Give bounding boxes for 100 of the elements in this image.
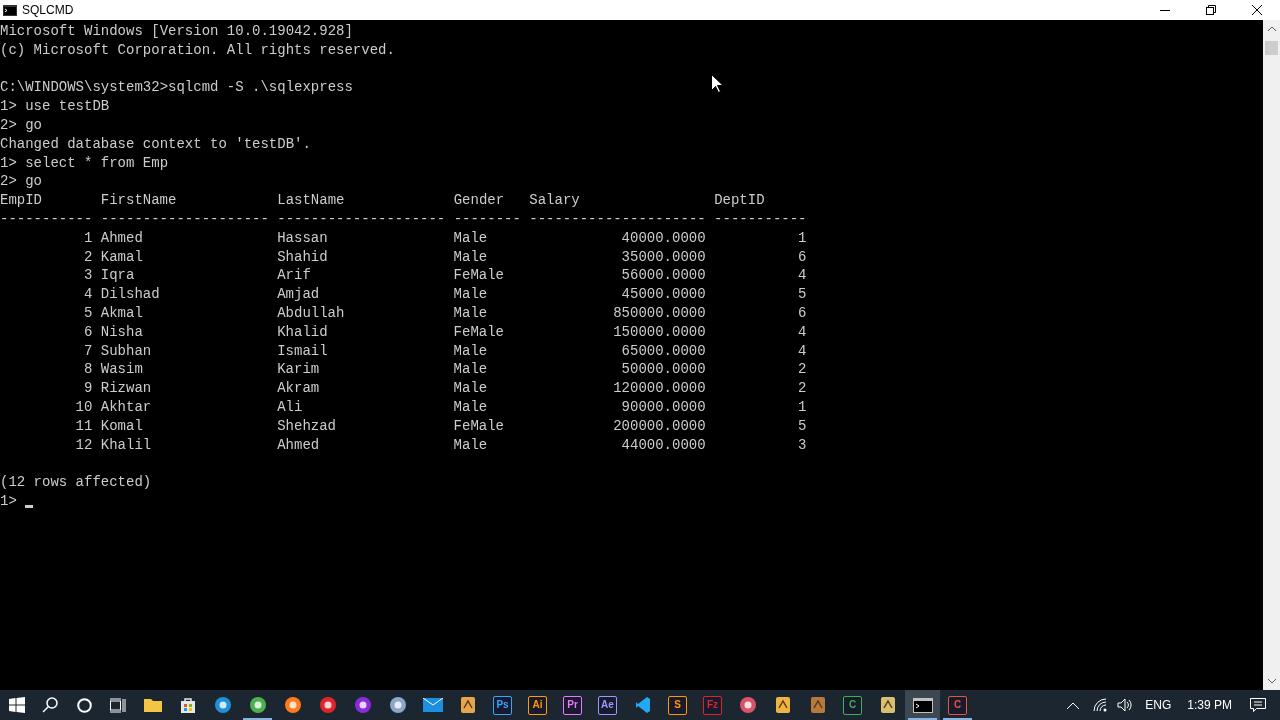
wifi-icon[interactable] xyxy=(1093,698,1108,712)
table-cell: Akmal xyxy=(100,303,143,323)
table-cell: Arif xyxy=(277,266,311,286)
table-cell: 850000.0000 xyxy=(613,303,706,323)
column-header: Salary xyxy=(529,191,580,210)
table-cell: Akhtar xyxy=(100,397,152,417)
table-cell: 6 xyxy=(798,303,807,323)
app-icon: Ai xyxy=(528,695,547,715)
speaker-icon[interactable] xyxy=(1117,698,1134,712)
table-cell: Khalid xyxy=(277,322,328,342)
table-cell: 3 xyxy=(84,266,93,286)
table-cell: Dilshad xyxy=(100,285,160,304)
table-cell: 9 xyxy=(84,379,93,398)
app-icon: C xyxy=(948,695,967,715)
console-line: 1> use testDB xyxy=(0,97,110,116)
table-cell: 56000.0000 xyxy=(621,266,706,286)
column-rule: ----------- xyxy=(0,209,93,229)
table-cell: Shahid xyxy=(277,247,328,267)
circle-icon xyxy=(76,697,92,713)
table-cell: Karim xyxy=(277,360,320,380)
table-cell: 40000.0000 xyxy=(621,228,706,248)
table-cell: 2 xyxy=(84,247,93,267)
table-cell: FeMale xyxy=(453,322,505,342)
scroll-up-icon xyxy=(1267,26,1276,31)
table-cell: Abdullah xyxy=(277,303,345,323)
close-icon xyxy=(1252,5,1262,15)
table-cell: Ahmed xyxy=(277,435,320,455)
table-cell: Iqra xyxy=(100,266,135,286)
app-icon: C xyxy=(843,695,862,715)
taskbar-app[interactable]: Pr xyxy=(555,690,590,720)
table-cell: Male xyxy=(453,379,488,398)
console-line: 2> go xyxy=(0,116,42,135)
console-line: C:\WINDOWS\system32>sqlcmd -S .\sqlexpress xyxy=(0,78,353,98)
minimize-icon xyxy=(1160,9,1170,11)
table-cell: Male xyxy=(453,247,488,267)
column-rule: --------------------- xyxy=(529,209,706,229)
app-icon: Fz xyxy=(703,695,722,715)
taskbar-app[interactable]: C xyxy=(940,690,975,720)
taskbar-app[interactable]: Ae xyxy=(590,690,625,720)
table-cell: Wasim xyxy=(100,360,143,380)
table-cell: 90000.0000 xyxy=(621,397,706,417)
table-cell: Male xyxy=(453,285,488,304)
column-rule: -------------------- xyxy=(100,209,269,229)
notification-icon[interactable] xyxy=(1250,697,1266,713)
table-cell: 4 xyxy=(84,285,93,304)
table-cell: 45000.0000 xyxy=(621,285,706,304)
console-line: 2> go xyxy=(0,172,42,192)
taskbar-app[interactable]: C xyxy=(835,690,870,720)
column-header: EmpID xyxy=(0,191,42,210)
console-line: (c) Microsoft Corporation. All rights reserved. xyxy=(0,40,395,60)
table-cell: Shehzad xyxy=(277,416,336,436)
column-header: FirstName xyxy=(100,191,177,210)
table-cell: Kamal xyxy=(100,247,143,267)
taskbar-app[interactable]: Ai xyxy=(520,690,555,720)
table-cell: Male xyxy=(453,360,488,380)
table-cell: Nisha xyxy=(100,322,143,342)
table-cell: Male xyxy=(453,397,488,417)
table-cell: Hassan xyxy=(277,228,328,248)
table-cell: 4 xyxy=(798,322,807,342)
table-cell: 8 xyxy=(84,360,93,380)
running-indicator xyxy=(943,718,972,720)
table-cell: 5 xyxy=(798,285,807,304)
chevron-up-icon[interactable] xyxy=(1067,701,1080,709)
console-line: Changed database context to 'testDB'. xyxy=(0,134,311,154)
mouse-pointer-icon xyxy=(711,74,723,93)
table-cell: 3 xyxy=(798,435,807,455)
windows-icon xyxy=(8,697,25,713)
console-line: (12 rows affected) xyxy=(0,473,152,492)
table-cell: 5 xyxy=(798,416,807,436)
scrollbar[interactable] xyxy=(1263,20,1280,690)
table-cell: Akram xyxy=(277,379,320,398)
clock[interactable]: 1:39 PM xyxy=(1187,696,1232,714)
table-cell: 12 xyxy=(75,435,93,455)
taskbar-app[interactable] xyxy=(905,690,940,720)
table-cell: 5 xyxy=(84,303,93,323)
table-cell: 7 xyxy=(84,341,93,361)
window-title: SQLCMD xyxy=(22,2,74,19)
taskbar-app[interactable]: S xyxy=(660,690,695,720)
scroll-thumb[interactable] xyxy=(1265,41,1278,55)
table-cell: Subhan xyxy=(100,341,152,361)
table-cell: 4 xyxy=(798,266,807,286)
table-cell: Male xyxy=(453,303,488,323)
language-indicator[interactable]: ENG xyxy=(1145,696,1172,714)
taskbar-app[interactable]: Ps xyxy=(485,690,520,720)
table-cell: Ismail xyxy=(277,341,328,361)
table-cell: FeMale xyxy=(453,416,505,436)
table-cell: Male xyxy=(453,435,488,455)
table-cell: 6 xyxy=(798,247,807,267)
table-cell: 65000.0000 xyxy=(621,341,706,361)
search-icon xyxy=(42,697,58,713)
table-cell: 50000.0000 xyxy=(621,360,706,380)
table-cell: 4 xyxy=(798,341,807,361)
table-cell: Rizwan xyxy=(100,379,152,398)
table-cell: Khalil xyxy=(100,435,152,455)
table-cell: Komal xyxy=(100,416,143,436)
app-icon: Ae xyxy=(598,695,617,715)
column-rule: -------------------- xyxy=(277,209,446,229)
table-cell: 200000.0000 xyxy=(613,416,706,436)
table-cell: Male xyxy=(453,228,488,248)
table-cell: Amjad xyxy=(277,285,320,304)
